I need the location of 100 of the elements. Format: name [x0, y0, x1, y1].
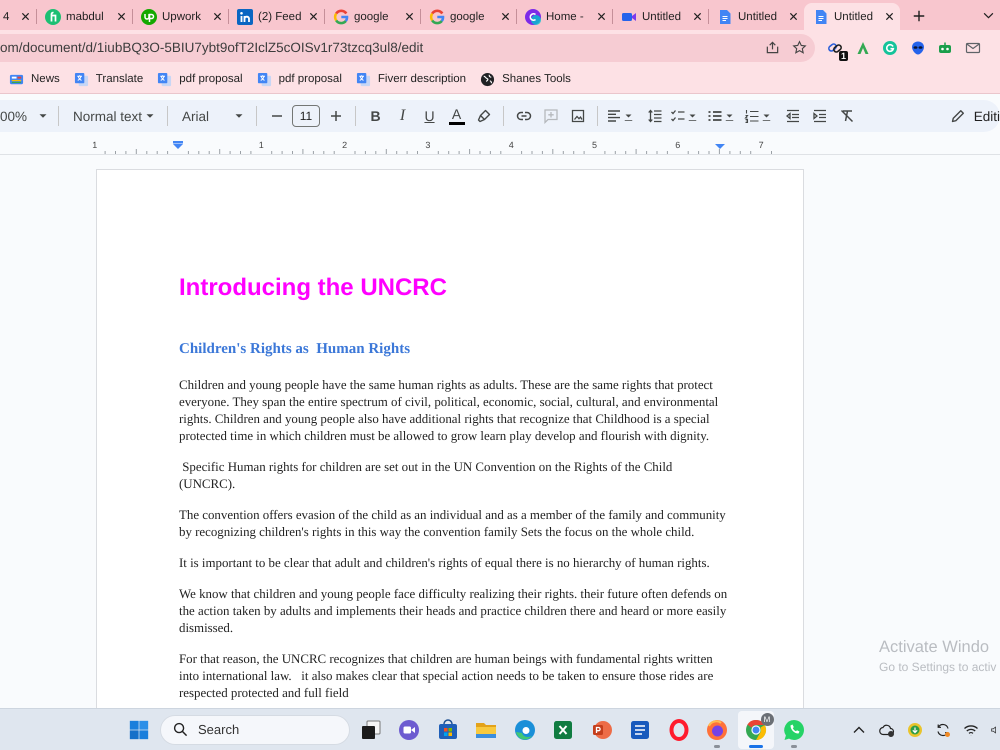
text-color-button[interactable]: A	[443, 103, 470, 129]
ruler-number: 1	[92, 140, 98, 150]
left-indent-handle[interactable]	[173, 141, 183, 149]
underline-button[interactable]: U	[416, 103, 443, 129]
browser-icon	[512, 718, 536, 742]
browser-icon	[705, 718, 729, 742]
color-swatch-icon	[448, 122, 464, 125]
bold-button[interactable]: B	[362, 103, 389, 129]
search-field[interactable]: Search	[160, 714, 350, 744]
close-icon[interactable]	[213, 12, 222, 21]
chevron-down-icon[interactable]	[983, 12, 994, 19]
count-badge: 1	[838, 50, 848, 60]
zoom-dropdown[interactable]: 00%	[0, 103, 52, 129]
site-icon	[333, 8, 349, 24]
numbered-list-icon[interactable]	[744, 108, 760, 124]
close-icon[interactable]	[789, 12, 798, 21]
ruler-number: 3	[425, 140, 430, 150]
new-tab-icon[interactable]	[912, 9, 926, 23]
close-icon[interactable]	[405, 12, 414, 21]
running-indicator	[791, 744, 797, 748]
start-icon[interactable]	[128, 718, 150, 740]
increase-indent-icon[interactable]	[812, 108, 828, 124]
close-icon[interactable]	[117, 12, 126, 21]
site-icon	[813, 8, 829, 24]
site-icon	[237, 8, 253, 24]
close-icon[interactable]	[501, 12, 510, 21]
right-indent-handle[interactable]	[715, 144, 725, 149]
ruler-number: 5	[592, 140, 597, 150]
site-icon	[429, 8, 445, 24]
style-dropdown[interactable]: Normal text	[65, 103, 161, 129]
bulleted-list-icon[interactable]	[707, 108, 723, 124]
site-icon	[717, 8, 733, 24]
running-indicator	[748, 744, 762, 748]
bookmark-item[interactable]: pdf proposal	[157, 72, 243, 86]
bookmark-item[interactable]: Shanes Tools	[480, 72, 571, 86]
font-size-field[interactable]: 11	[292, 105, 320, 127]
site-icon	[525, 8, 541, 24]
close-icon[interactable]	[597, 12, 606, 21]
clear-formatting-icon[interactable]	[838, 108, 854, 124]
translate-icon	[157, 72, 172, 86]
profile-badge: M	[760, 712, 774, 726]
browser-tab[interactable]: google	[324, 3, 420, 30]
translate-icon	[356, 72, 371, 86]
line-spacing-icon[interactable]	[646, 108, 662, 124]
bookmark-item[interactable]: Translate	[74, 72, 144, 86]
ruler-number: 6	[675, 140, 680, 150]
browser-icon	[666, 718, 690, 742]
site-icon	[141, 8, 157, 24]
browser-tab[interactable]: (2) Feed	[228, 3, 324, 30]
address-bar[interactable]: om/document/d/1iubBQ3O-5BIU7ybt9ofT2IclZ5cOISv1r73tzcq3ul8/edit	[0, 34, 815, 62]
pencil-icon	[950, 108, 966, 124]
editing-mode-button[interactable]: Editi	[942, 108, 1000, 124]
document-title: Introducing the UNCRC	[179, 274, 447, 302]
close-icon[interactable]	[693, 12, 702, 21]
translate-icon	[256, 72, 272, 86]
browser-tab[interactable]: google	[420, 3, 516, 30]
ruler-number: 2	[342, 140, 348, 150]
running-indicator	[714, 744, 720, 748]
highlighter-icon[interactable]	[476, 108, 492, 124]
decrease-indent-icon[interactable]	[784, 108, 800, 124]
ruler-number: 4	[508, 140, 514, 150]
video-call-icon	[397, 718, 421, 742]
browser-tab[interactable]: Upwork	[132, 3, 228, 30]
close-icon[interactable]	[885, 12, 894, 21]
image-icon[interactable]	[570, 108, 586, 124]
document-heading: Children's Rights as Human Rights	[179, 340, 410, 359]
paragraph: Children and young people have the same human rights as adults. These are the same rights that protect everyone. They span the entire spectrum of civil, political, economic, social, cultural, and environmental rights. Children and young people also have additional rights that recognize that Childhood is a special protected time in which children must be allowed to grow learn play develop and flourish with dignity.	[179, 377, 720, 445]
close-icon[interactable]	[309, 12, 318, 21]
checklist-icon[interactable]	[670, 108, 686, 124]
sync-icon[interactable]	[935, 722, 951, 738]
paragraph: For that reason, the UNCRC recognizes that children are human beings with fundamental rights written into international law. it also makes clear that special action needs to be taken to ensure those rides are respected protected and full field	[179, 651, 714, 702]
browser-tab[interactable]: 4	[0, 3, 36, 30]
taskbar-app-button[interactable]: M	[738, 710, 774, 748]
cloud-icon[interactable]	[879, 722, 895, 738]
font-dropdown[interactable]: Arial	[174, 103, 250, 129]
globe-icon	[480, 72, 496, 86]
ruler-number: 1	[258, 140, 264, 150]
paragraph: We know that children and young people face difficulty realizing their rights. their future often defends on the action taken by adults and implements their heads and practice children there and heard or more easily dismissed.	[179, 586, 728, 637]
italic-button[interactable]: I	[389, 103, 416, 129]
browser-tab[interactable]: mabdul	[36, 3, 132, 30]
activation-hint: Go to Settings to activ	[879, 659, 996, 675]
star-icon[interactable]	[792, 40, 807, 55]
site-icon	[45, 8, 61, 24]
browser-tab[interactable]: Untitled	[612, 3, 708, 30]
activation-title: Activate Windo	[879, 637, 990, 657]
update-icon[interactable]	[907, 722, 923, 738]
bookmark-item[interactable]: pdf proposal	[256, 72, 342, 86]
share-icon[interactable]	[765, 40, 780, 55]
browser-tab[interactable]: Home -	[516, 3, 612, 30]
browser-tab[interactable]: Untitled	[708, 3, 804, 30]
browser-tab[interactable]: Untitled	[804, 3, 900, 30]
bookmark-item[interactable]: Fiverr description	[356, 72, 466, 86]
align-left-icon[interactable]	[606, 108, 622, 124]
bookmark-item[interactable]: News	[9, 72, 60, 86]
close-icon[interactable]	[21, 12, 30, 21]
paragraph: The convention offers evasion of the child as an individual and as a member of the family and community by recognizing children's rights in this way the convention family Sets the focus on the whole child.	[179, 507, 727, 541]
alien-icon[interactable]	[910, 40, 926, 56]
robot-icon[interactable]	[937, 40, 953, 56]
search-icon	[173, 722, 188, 737]
ruler-number: 7	[758, 140, 764, 150]
